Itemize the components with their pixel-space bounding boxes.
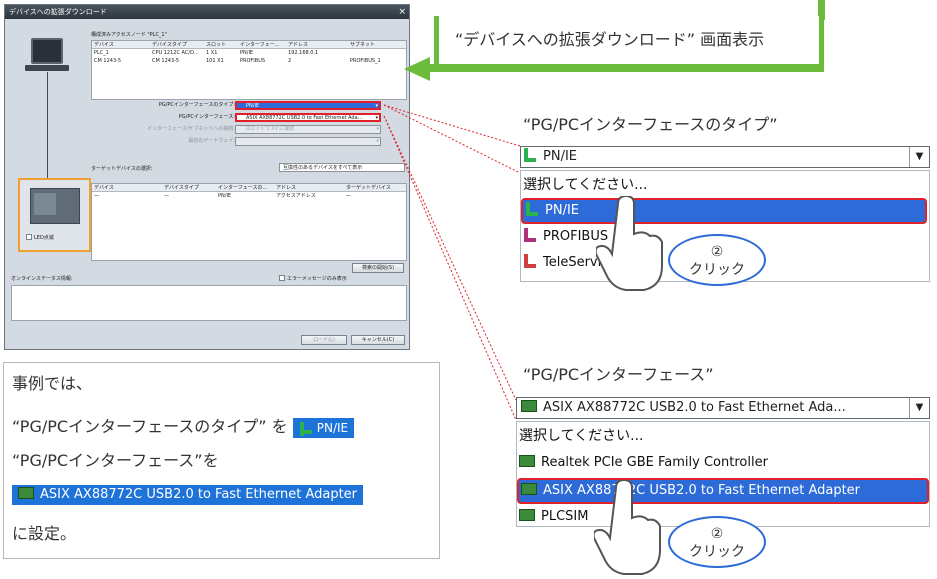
list-item[interactable]: 選択してください... [521, 174, 927, 196]
asix-chip: ASIX AX88772C USB2.0 to Fast Ethernet Ad… [12, 484, 364, 505]
note-line-5: に設定。 [12, 524, 77, 543]
network-card-icon [521, 483, 537, 495]
connector-line [383, 115, 517, 401]
step-number: ② [710, 244, 724, 260]
network-card-icon [519, 509, 535, 521]
bubble-text: クリック [689, 262, 745, 278]
note-line-3: “PG/PCインターフェース”を [12, 451, 219, 470]
click-bubble: ② クリック [668, 516, 766, 568]
connector-line [383, 104, 521, 147]
arrow-body [428, 64, 824, 72]
chip-label: ASIX AX88772C USB2.0 to Fast Ethernet Ad… [40, 486, 358, 502]
network-icon [523, 148, 537, 162]
chevron-down-icon[interactable]: ▼ [909, 398, 929, 418]
arrow-left-icon [404, 57, 430, 81]
chevron-down-icon[interactable]: ▼ [909, 147, 929, 167]
list-item[interactable]: Realtek PCIe GBE Family Controller [517, 452, 768, 474]
pointer-hand-icon [596, 196, 663, 291]
zoom-iface-label: “PG/PCインターフェース” [523, 365, 714, 384]
note-line-1: 事例では、 [12, 374, 93, 393]
note-line-2: “PG/PCインターフェースのタイプ” を PN/IE [12, 416, 355, 438]
pn-ie-chip: PN/IE [292, 417, 355, 438]
network-card-icon [521, 400, 537, 412]
iface-combo[interactable]: ASIX AX88772C USB2.0 to Fast Ethernet Ad… [516, 397, 930, 419]
network-icon [525, 202, 539, 216]
list-item[interactable]: 選択してください... [517, 425, 644, 447]
item-label: ASIX AX88772C USB2.0 to Fast Ethernet Ad… [543, 483, 861, 498]
zoom-type-label: “PG/PCインターフェースのタイプ” [523, 115, 778, 134]
network-icon [299, 421, 312, 436]
type-combo[interactable]: PN/IE ▼ [520, 146, 930, 168]
note-line-2-text: “PG/PCインターフェースのタイプ” を [12, 417, 288, 436]
combo-value: PN/IE [543, 149, 577, 164]
network-card-icon [519, 455, 535, 467]
bubble-text: クリック [689, 544, 745, 560]
pointer-hand-icon [594, 480, 661, 575]
item-label: PN/IE [545, 203, 579, 218]
connector-line [383, 104, 521, 174]
network-card-icon [18, 486, 34, 499]
teleservice-icon [523, 254, 537, 268]
note-box: 事例では、 “PG/PCインターフェースのタイプ” を PN/IE “PG/PC… [3, 362, 440, 559]
item-label: Realtek PCIe GBE Family Controller [541, 455, 768, 470]
callout-text: “デバイスへの拡張ダウンロード” 画面表示 [455, 30, 765, 49]
list-item-selected[interactable]: ASIX AX88772C USB2.0 to Fast Ethernet Ad… [517, 478, 929, 504]
combo-value: ASIX AX88772C USB2.0 to Fast Ethernet Ad… [543, 400, 846, 415]
list-item[interactable]: PLCSIM [517, 506, 589, 526]
click-bubble: ② クリック [668, 234, 766, 286]
iface-dropdown-list: 選択してください... Realtek PCIe GBE Family Cont… [516, 421, 930, 527]
item-label: PLCSIM [541, 509, 589, 524]
list-item-selected[interactable]: PN/IE [521, 198, 927, 224]
profibus-icon [523, 228, 537, 242]
step-number: ② [710, 526, 724, 542]
note-line-4: ASIX AX88772C USB2.0 to Fast Ethernet Ad… [12, 483, 364, 505]
chip-label: PN/IE [316, 420, 349, 435]
